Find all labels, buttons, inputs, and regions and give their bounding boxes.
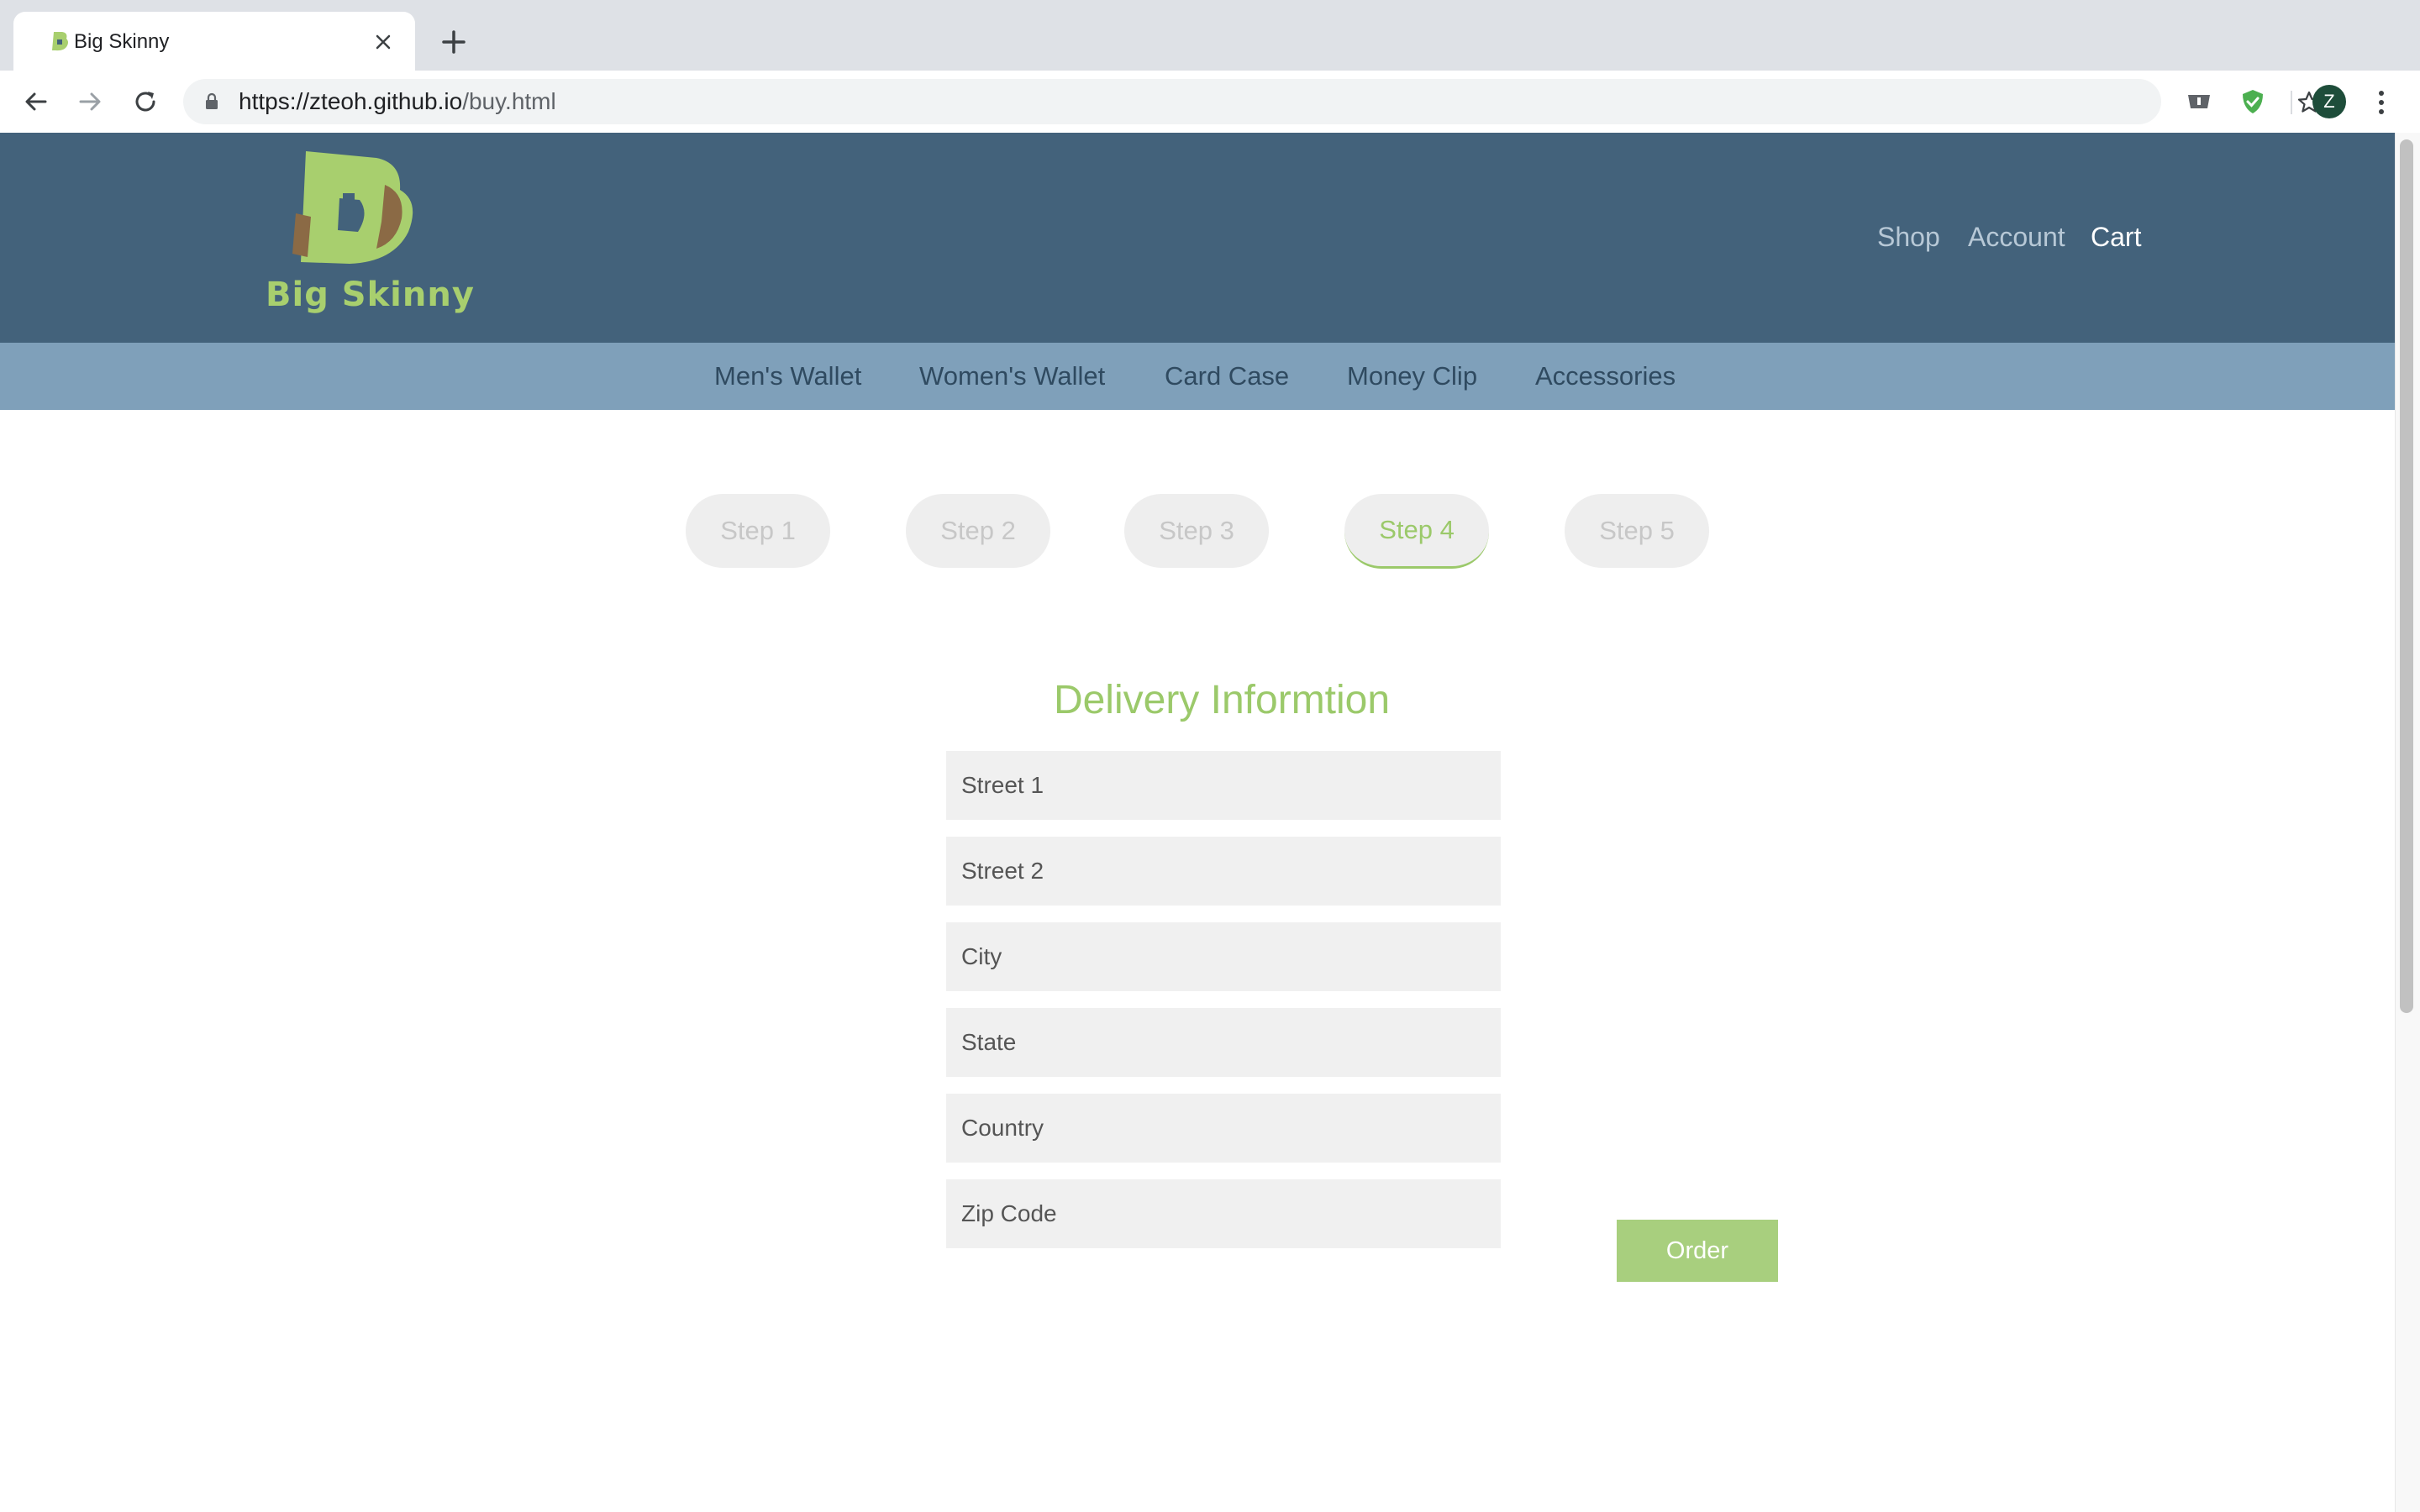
lock-icon [206, 92, 218, 109]
plus-icon[interactable] [437, 25, 471, 59]
street2-field[interactable] [946, 837, 1501, 906]
category-womens-wallet[interactable]: Women's Wallet [919, 360, 1105, 393]
nav-shop[interactable]: Shop [1877, 220, 1940, 254]
page-content: Big Skinny Shop Account Cart Men's Walle… [0, 133, 2395, 1512]
order-button[interactable]: Order [1617, 1220, 1778, 1282]
shield-icon[interactable] [2238, 87, 2267, 116]
browser-tab[interactable]: Big Skinny [13, 12, 415, 71]
nav-cart[interactable]: Cart [2091, 220, 2141, 254]
category-accessories[interactable]: Accessories [1535, 360, 1676, 393]
step-1[interactable]: Step 1 [686, 494, 830, 568]
step-5[interactable]: Step 5 [1565, 494, 1709, 568]
reload-icon[interactable] [128, 84, 163, 119]
toolbar-divider [2291, 91, 2292, 114]
tab-title: Big Skinny [74, 30, 170, 53]
category-nav: Men's Wallet Women's Wallet Card Case Mo… [0, 343, 2395, 410]
step-4[interactable]: Step 4 [1344, 494, 1489, 569]
extension-icon[interactable] [2185, 87, 2213, 116]
more-icon[interactable] [2373, 86, 2390, 119]
step-2[interactable]: Step 2 [906, 494, 1050, 568]
browser-toolbar: https://zteoh.github.io/buy.html Z [0, 71, 2420, 134]
nav-account[interactable]: Account [1968, 220, 2065, 254]
step-3[interactable]: Step 3 [1124, 494, 1269, 568]
back-icon[interactable] [18, 84, 54, 119]
url-path: /buy.html [462, 88, 556, 114]
url-host: https://zteoh.github.io [239, 88, 463, 114]
tab-strip: Big Skinny [0, 0, 2420, 71]
url-text: https://zteoh.github.io/buy.html [239, 79, 556, 124]
close-icon[interactable] [370, 29, 397, 55]
category-card-case[interactable]: Card Case [1165, 360, 1289, 393]
category-mens-wallet[interactable]: Men's Wallet [714, 360, 861, 393]
forward-icon[interactable] [72, 84, 108, 119]
scrollbar-thumb[interactable] [2400, 139, 2413, 1013]
country-field[interactable] [946, 1094, 1501, 1163]
avatar[interactable]: Z [2312, 85, 2346, 118]
city-field[interactable] [946, 922, 1501, 991]
form-title: Delivery Informtion [1053, 678, 1391, 722]
zip-field[interactable] [946, 1179, 1501, 1248]
site-header: Big Skinny Shop Account Cart [0, 133, 2395, 343]
category-money-clip[interactable]: Money Clip [1347, 360, 1477, 393]
address-bar[interactable]: https://zteoh.github.io/buy.html [183, 79, 2321, 124]
state-field[interactable] [946, 1008, 1501, 1077]
brand-name: Big Skinny [266, 276, 475, 314]
street1-field[interactable] [946, 751, 1501, 820]
favicon-icon [52, 32, 68, 51]
